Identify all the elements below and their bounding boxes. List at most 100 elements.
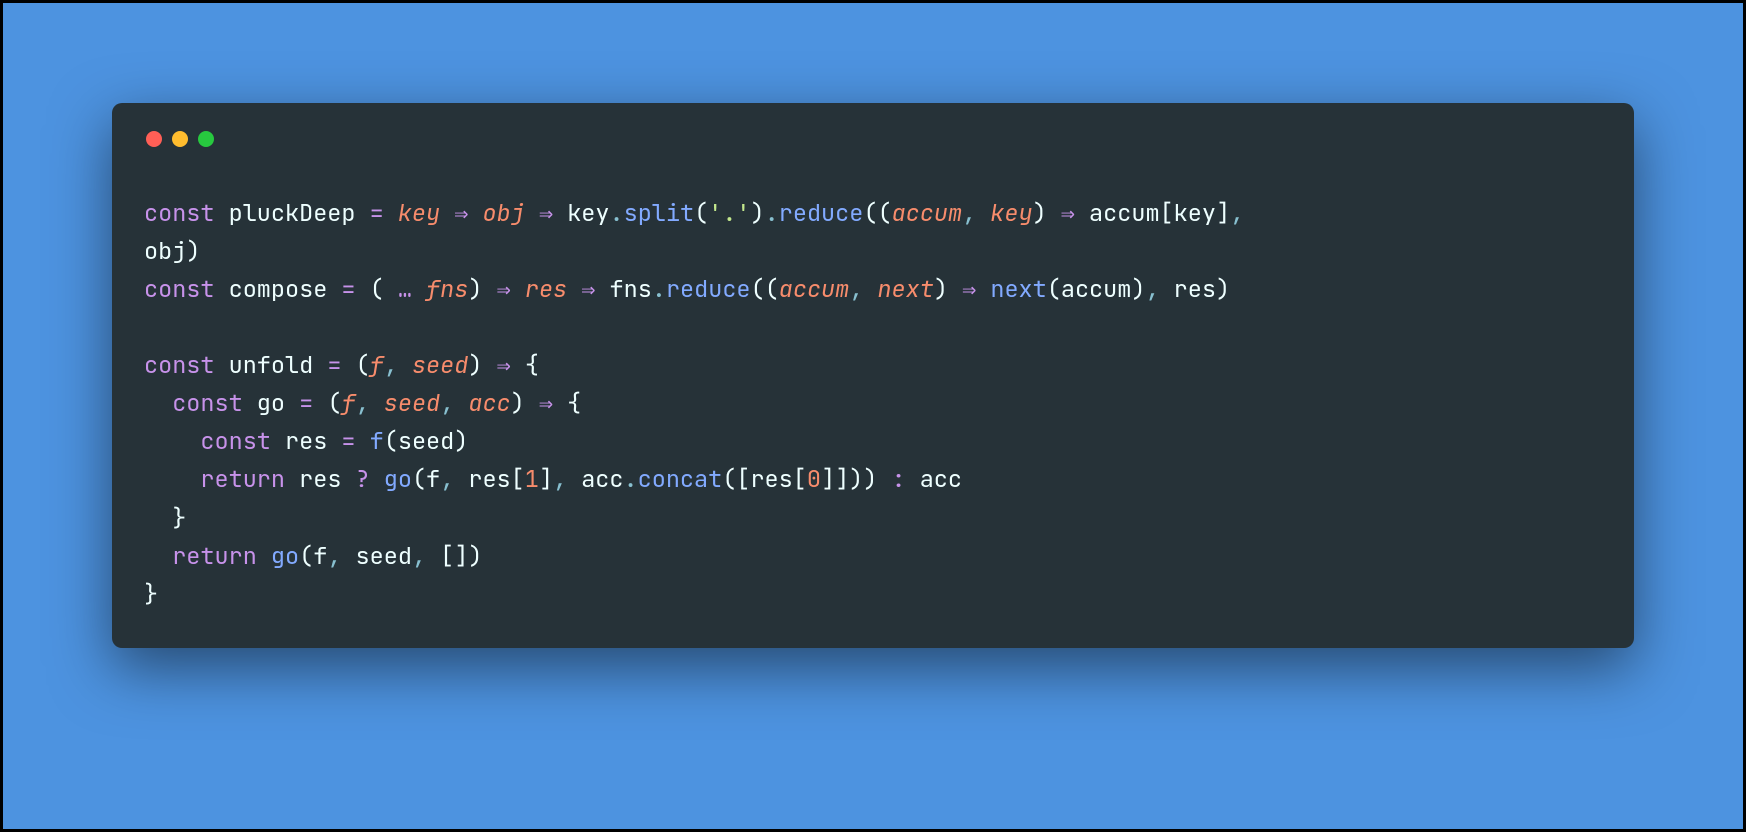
code-token: key	[553, 198, 609, 229]
code-token: accum	[779, 274, 850, 305]
code-token: ⇒	[454, 198, 468, 229]
code-line: const compose = ( … fns) ⇒ res ⇒ fns.red…	[144, 271, 1602, 309]
code-token	[257, 541, 271, 572]
code-token: ,	[553, 464, 581, 495]
code-token: )	[1033, 198, 1047, 229]
code-token: reduce	[779, 198, 864, 229]
code-token: ⇒	[497, 274, 511, 305]
code-token: ,	[962, 198, 990, 229]
code-line: const res = f(seed)	[144, 423, 1602, 461]
code-token: res	[750, 464, 792, 495]
code-token: ((	[751, 274, 779, 305]
window-controls	[144, 131, 1602, 147]
code-token: (	[356, 350, 370, 381]
code-editor[interactable]: const pluckDeep = key ⇒ obj ⇒ key.split(…	[144, 195, 1602, 614]
zoom-icon[interactable]	[198, 131, 214, 147]
code-token: 1	[525, 464, 539, 495]
code-token: (	[327, 388, 341, 419]
code-token: accum	[892, 198, 963, 229]
code-token: )	[468, 274, 482, 305]
code-token	[511, 274, 525, 305]
code-token: fns	[426, 274, 468, 305]
code-line: obj)	[144, 233, 1602, 271]
code-token: .	[610, 198, 624, 229]
code-token: res	[285, 464, 356, 495]
code-token	[370, 464, 384, 495]
code-token: =	[299, 388, 313, 419]
code-token: ]	[539, 464, 553, 495]
code-token	[144, 464, 200, 495]
code-token: (	[1047, 274, 1061, 305]
code-token: ]	[1216, 198, 1230, 229]
code-token: key	[398, 198, 440, 229]
code-line: return go(f, seed, [])	[144, 538, 1602, 576]
code-token: ⇒	[962, 274, 976, 305]
code-token: key	[1174, 198, 1216, 229]
code-token: acc	[906, 464, 962, 495]
code-token: }	[172, 503, 186, 534]
code-line: const unfold = (f, seed) ⇒ {	[144, 347, 1602, 385]
code-token	[1047, 198, 1061, 229]
code-token: (	[694, 198, 708, 229]
code-token: ⇒	[539, 198, 553, 229]
code-token: =	[341, 274, 355, 305]
code-token: ⇒	[497, 350, 511, 381]
code-token: )	[751, 198, 765, 229]
code-token: ([	[722, 464, 750, 495]
code-token: obj	[144, 236, 186, 267]
code-token: const	[144, 198, 215, 229]
code-token	[553, 388, 567, 419]
code-token: ,	[440, 464, 468, 495]
code-token: const	[144, 274, 215, 305]
code-token: obj	[483, 198, 525, 229]
code-token: .	[765, 198, 779, 229]
code-token	[567, 274, 581, 305]
code-line: const go = (f, seed, acc) ⇒ {	[144, 385, 1602, 423]
code-token	[341, 350, 355, 381]
code-token: )	[1216, 274, 1230, 305]
code-token	[144, 503, 172, 534]
code-token	[948, 274, 962, 305]
code-token: f	[426, 464, 440, 495]
code-token: split	[624, 198, 695, 229]
code-token: .	[652, 274, 666, 305]
code-token: [	[511, 464, 525, 495]
code-token	[356, 274, 370, 305]
code-token	[482, 350, 496, 381]
code-token: )	[454, 426, 468, 457]
code-token	[384, 198, 398, 229]
code-token: )	[511, 388, 525, 419]
code-token: ⇒	[1061, 198, 1075, 229]
code-line: }	[144, 500, 1602, 538]
code-token	[356, 426, 370, 457]
code-token: {	[525, 350, 539, 381]
code-token: return	[200, 464, 285, 495]
minimize-icon[interactable]	[172, 131, 188, 147]
code-token: f	[370, 350, 384, 381]
code-token: ,	[356, 388, 384, 419]
code-token: '.'	[708, 198, 750, 229]
code-token: const	[172, 388, 243, 419]
code-token	[468, 198, 482, 229]
code-token	[144, 388, 172, 419]
code-token: next	[990, 274, 1046, 305]
code-token	[313, 388, 327, 419]
code-token: (	[384, 426, 398, 457]
code-token: go	[271, 541, 299, 572]
close-icon[interactable]	[146, 131, 162, 147]
code-token: :	[891, 464, 905, 495]
code-token: [	[1160, 198, 1174, 229]
code-token: go	[243, 388, 299, 419]
code-token: (	[299, 541, 313, 572]
code-token: [])	[440, 541, 482, 572]
code-token: ,	[440, 388, 468, 419]
code-token: ⇒	[539, 388, 553, 419]
code-token	[482, 274, 496, 305]
code-token: acc	[468, 388, 510, 419]
code-token: res	[271, 426, 342, 457]
code-token: res	[1174, 274, 1216, 305]
code-token: return	[172, 541, 257, 572]
code-token	[511, 350, 525, 381]
code-line	[144, 309, 1602, 347]
code-token: )	[186, 236, 200, 267]
